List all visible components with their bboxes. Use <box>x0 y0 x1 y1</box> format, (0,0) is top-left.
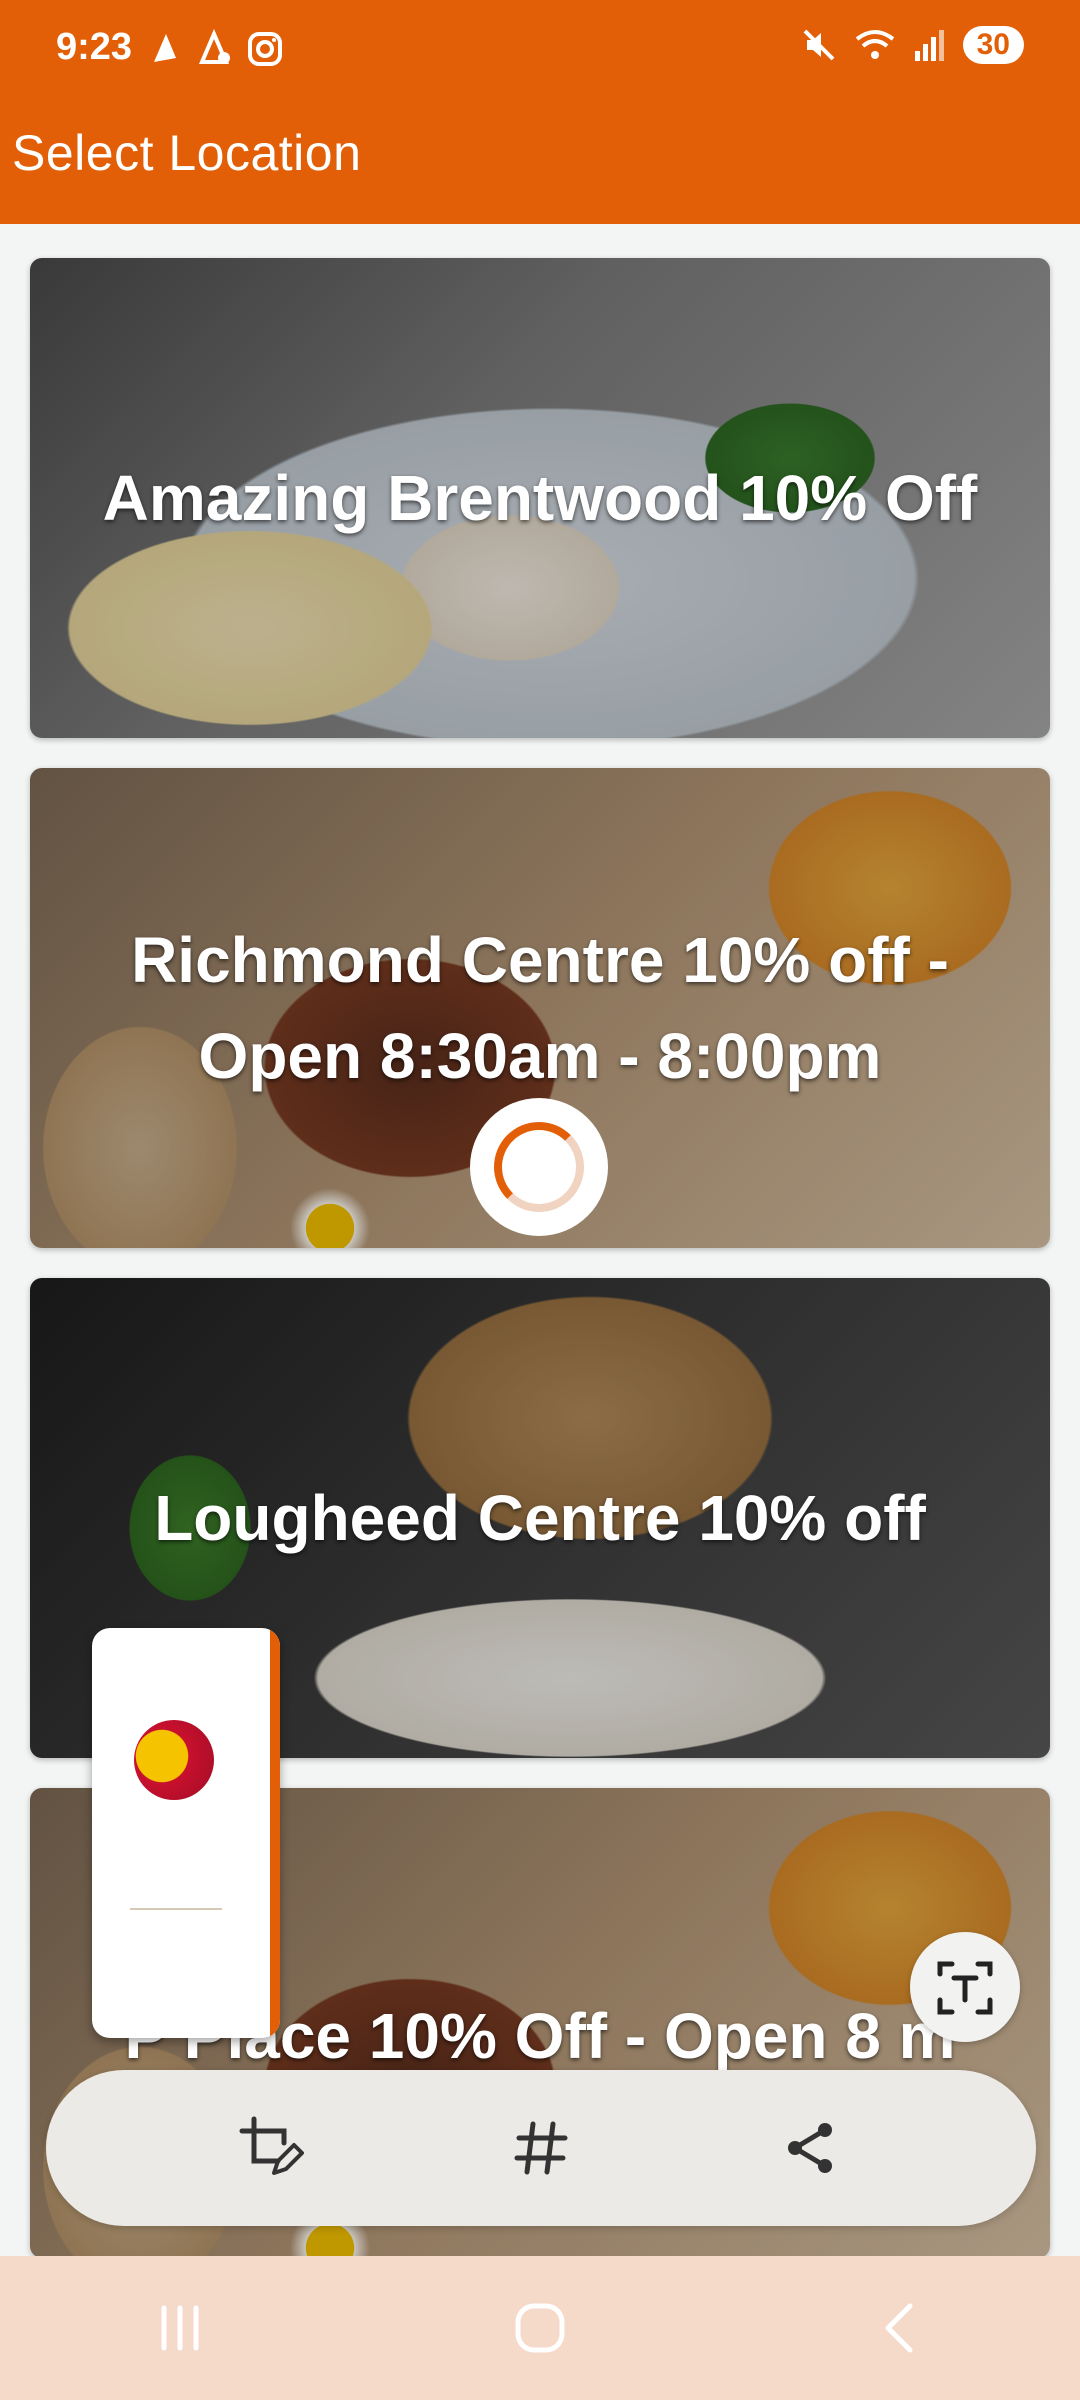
hashtag-icon <box>514 2121 568 2175</box>
system-status-icons: 30 <box>801 26 1024 64</box>
navigation-bar <box>0 2256 1080 2400</box>
location-card-brentwood[interactable]: Amazing Brentwood 10% Off <box>30 258 1050 738</box>
crop-edit-icon <box>239 2116 304 2175</box>
restaurant-logo <box>134 1720 214 1800</box>
signal-icon <box>914 30 944 61</box>
recent-apps-button[interactable] <box>120 2268 240 2388</box>
screenshot-preview-thumbnail[interactable] <box>92 1628 280 2038</box>
text-extract-icon <box>937 1961 993 2015</box>
notification-icons <box>146 28 284 68</box>
instagram-icon <box>248 32 282 66</box>
home-button[interactable] <box>480 2268 600 2388</box>
share-icon <box>788 2123 832 2173</box>
back-button[interactable] <box>840 2268 960 2388</box>
recent-apps-icon <box>161 2305 199 2351</box>
battery-indicator: 30 <box>962 26 1024 64</box>
notification-icon <box>198 28 230 64</box>
share-button[interactable] <box>766 2103 856 2193</box>
app-bar: Select Location <box>0 100 1080 224</box>
hashtag-button[interactable] <box>496 2103 586 2193</box>
back-icon <box>885 2303 913 2353</box>
loading-spinner <box>470 1098 608 1236</box>
status-bar: 9:23 30 <box>0 0 1080 100</box>
wifi-icon <box>855 30 894 59</box>
home-icon <box>515 2303 565 2353</box>
screenshot-toolbar <box>46 2070 1036 2226</box>
location-title: Amazing Brentwood 10% Off <box>102 462 978 534</box>
location-title: Lougheed Centre 10% off <box>154 1482 926 1554</box>
mute-icon <box>803 29 835 61</box>
crop-edit-button[interactable] <box>226 2103 316 2193</box>
page-title: Select Location <box>12 125 362 181</box>
location-title: Richmond Centre 10% off - Open 8:30am - … <box>131 924 949 1092</box>
status-time: 9:23 <box>56 26 133 68</box>
text-extract-button[interactable] <box>910 1932 1020 2042</box>
notification-icon <box>154 34 176 62</box>
